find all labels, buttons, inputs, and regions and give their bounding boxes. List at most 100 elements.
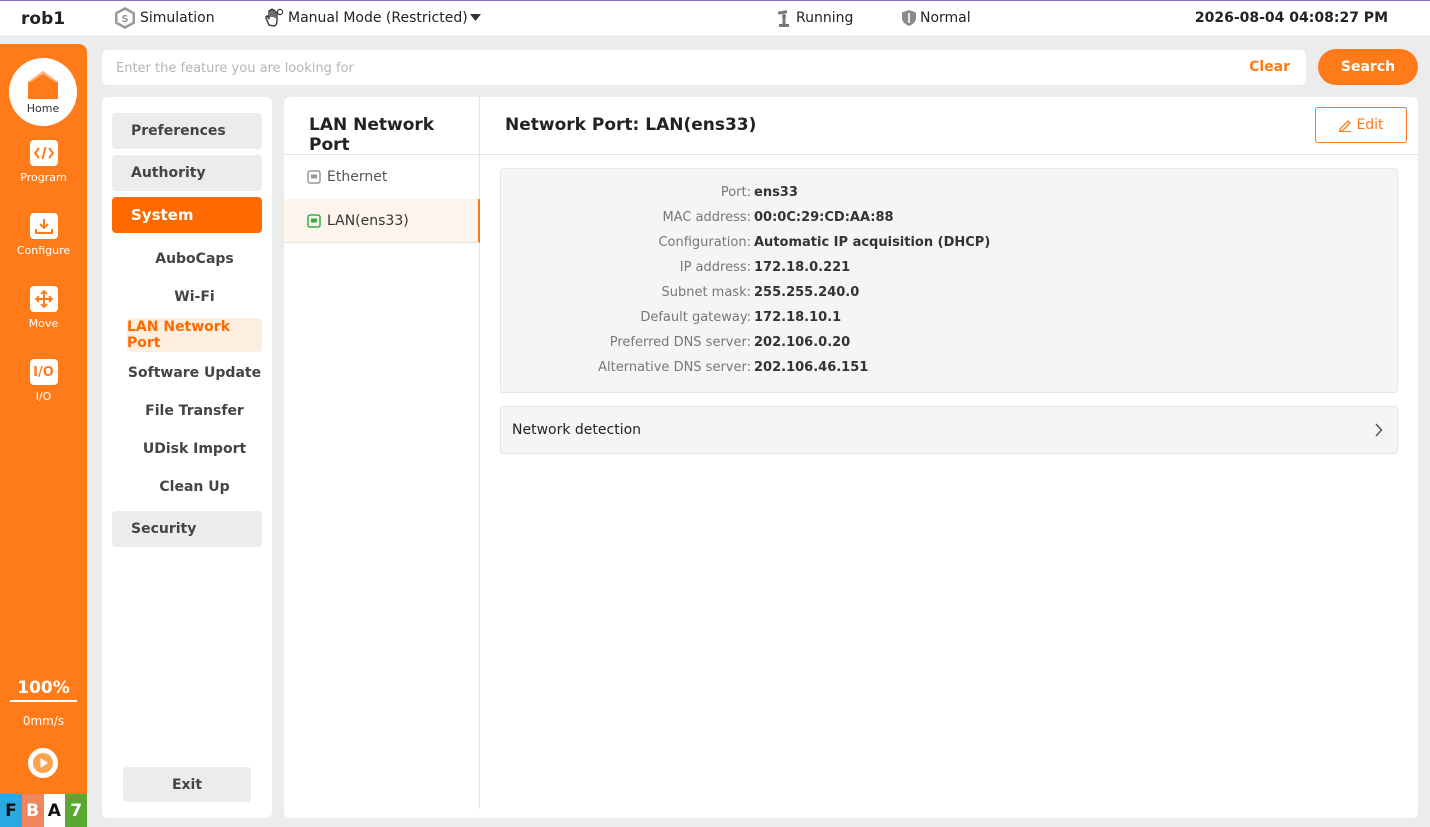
info-row-configuration: Configuration: Automatic IP acquisition … <box>501 235 1399 255</box>
simulation-label: Simulation <box>140 10 215 26</box>
info-row-subnet: Subnet mask: 255.255.240.0 <box>501 285 1399 305</box>
robot-name[interactable]: rob1 <box>21 9 65 29</box>
info-value: 172.18.10.1 <box>754 310 842 325</box>
category-authority[interactable]: Authority <box>112 155 262 191</box>
info-value: ens33 <box>754 185 798 200</box>
speed-percent[interactable]: 100% <box>10 678 77 702</box>
nav-program[interactable]: Program <box>0 140 87 184</box>
info-label: Port: <box>720 185 751 200</box>
info-row-ip: IP address: 172.18.0.221 <box>501 260 1399 280</box>
shield-icon <box>902 10 916 26</box>
left-nav: Home Program Configure Move I/O I/O 100%… <box>0 44 87 827</box>
info-label: IP address: <box>679 260 751 275</box>
badge-b: B <box>21 794 44 827</box>
ethernet-port-icon <box>307 213 321 228</box>
download-icon <box>29 213 58 239</box>
datetime: 2026-08-04 04:08:27 PM <box>1194 10 1388 26</box>
nav-move[interactable]: Move <box>0 286 87 330</box>
info-label: Alternative DNS server: <box>598 360 751 375</box>
category-preferences[interactable]: Preferences <box>112 113 262 149</box>
port-list: LAN Network Port Ethernet LAN(ens33) <box>284 97 480 809</box>
home-button[interactable]: Home <box>9 58 77 126</box>
search-input[interactable] <box>116 56 1216 80</box>
nav-move-label: Move <box>28 317 59 330</box>
badge-f: F <box>0 794 22 827</box>
info-label: Configuration: <box>658 235 751 250</box>
info-row-mac: MAC address: 00:0C:29:CD:AA:88 <box>501 210 1399 230</box>
detail-header: Network Port: LAN(ens33) Edit <box>481 97 1418 155</box>
status-badges: F B A 7 <box>0 794 87 827</box>
category-system[interactable]: System <box>112 197 262 233</box>
network-detection-row[interactable]: Network detection <box>500 406 1398 454</box>
simulation-icon: S <box>115 7 135 29</box>
exit-button[interactable]: Exit <box>123 767 251 802</box>
sub-item-file-transfer[interactable]: File Transfer <box>127 394 262 428</box>
safety-status: Normal <box>901 6 971 30</box>
detail-title: Network Port: LAN(ens33) <box>505 115 757 135</box>
sub-item-lan-network-port[interactable]: LAN Network Port <box>127 318 262 352</box>
port-item-ethernet[interactable]: Ethernet <box>284 155 480 199</box>
sub-item-software-update[interactable]: Software Update <box>127 356 262 390</box>
info-value: 172.18.0.221 <box>754 260 851 275</box>
nav-io[interactable]: I/O I/O <box>0 359 87 403</box>
port-item-label: LAN(ens33) <box>327 212 409 229</box>
edit-button[interactable]: Edit <box>1315 107 1407 143</box>
info-row-gateway: Default gateway: 172.18.10.1 <box>501 310 1399 330</box>
info-value: 202.106.46.151 <box>754 360 869 375</box>
search-button[interactable]: Search <box>1318 49 1418 85</box>
category-security[interactable]: Security <box>112 511 262 547</box>
mode-dropdown[interactable]: Manual Mode (Restricted) <box>263 6 484 30</box>
info-label: Subnet mask: <box>661 285 751 300</box>
robot-arm-icon <box>777 10 789 27</box>
home-icon <box>28 70 58 99</box>
caret-down-icon <box>469 14 481 21</box>
info-value: Automatic IP acquisition (DHCP) <box>754 235 991 250</box>
badge-7: 7 <box>65 794 87 827</box>
svg-text:S: S <box>121 14 128 25</box>
info-value: 00:0C:29:CD:AA:88 <box>754 210 894 225</box>
info-label: MAC address: <box>662 210 751 225</box>
badge-a: A <box>43 794 66 827</box>
hand-icon <box>265 8 284 27</box>
play-button[interactable] <box>28 748 58 778</box>
pencil-icon <box>1339 120 1352 132</box>
run-status-label: Running <box>796 10 854 26</box>
port-list-title: LAN Network Port <box>309 115 435 155</box>
ethernet-port-icon <box>307 170 321 184</box>
info-value: 202.106.0.20 <box>754 335 851 350</box>
io-icon: I/O <box>29 359 58 385</box>
nav-program-label: Program <box>20 171 67 184</box>
main-panel: LAN Network Port Ethernet LAN(ens33) Net… <box>284 97 1418 818</box>
search-bar: Clear <box>102 50 1306 85</box>
run-status: Running <box>775 6 853 30</box>
top-bar: rob1 S Simulation Manual Mode (Restricte… <box>0 0 1430 35</box>
network-info-box: Port: ens33 MAC address: 00:0C:29:CD:AA:… <box>500 168 1398 393</box>
chevron-right-icon <box>1375 423 1383 437</box>
sub-item-udisk-import[interactable]: UDisk Import <box>127 432 262 466</box>
info-label: Default gateway: <box>640 310 751 325</box>
move-arrows-icon <box>29 286 58 312</box>
simulation-indicator[interactable]: S Simulation <box>113 6 215 30</box>
edit-label: Edit <box>1356 117 1384 133</box>
nav-configure-label: Configure <box>16 244 71 257</box>
mode-label: Manual Mode (Restricted) <box>288 10 468 26</box>
clear-button[interactable]: Clear <box>1249 59 1290 75</box>
speed-value: 0mm/s <box>22 714 65 728</box>
play-icon <box>33 753 53 773</box>
sub-item-wifi[interactable]: Wi-Fi <box>127 280 262 314</box>
port-item-label: Ethernet <box>327 169 388 185</box>
port-item-lan-ens33[interactable]: LAN(ens33) <box>284 199 480 243</box>
safety-status-label: Normal <box>920 10 971 26</box>
code-icon <box>29 140 58 166</box>
info-label: Preferred DNS server: <box>609 335 751 350</box>
home-label: Home <box>26 101 60 115</box>
sub-item-aubocaps[interactable]: AuboCaps <box>127 242 262 276</box>
info-value: 255.255.240.0 <box>754 285 860 300</box>
info-row-alternative-dns: Alternative DNS server: 202.106.46.151 <box>501 360 1399 380</box>
sub-item-clean-up[interactable]: Clean Up <box>127 470 262 504</box>
nav-io-label: I/O <box>35 390 52 403</box>
settings-sidebar: Preferences Authority System AuboCaps Wi… <box>102 97 272 818</box>
info-row-port: Port: ens33 <box>501 185 1399 205</box>
network-detection-label: Network detection <box>512 422 642 438</box>
nav-configure[interactable]: Configure <box>0 213 87 257</box>
